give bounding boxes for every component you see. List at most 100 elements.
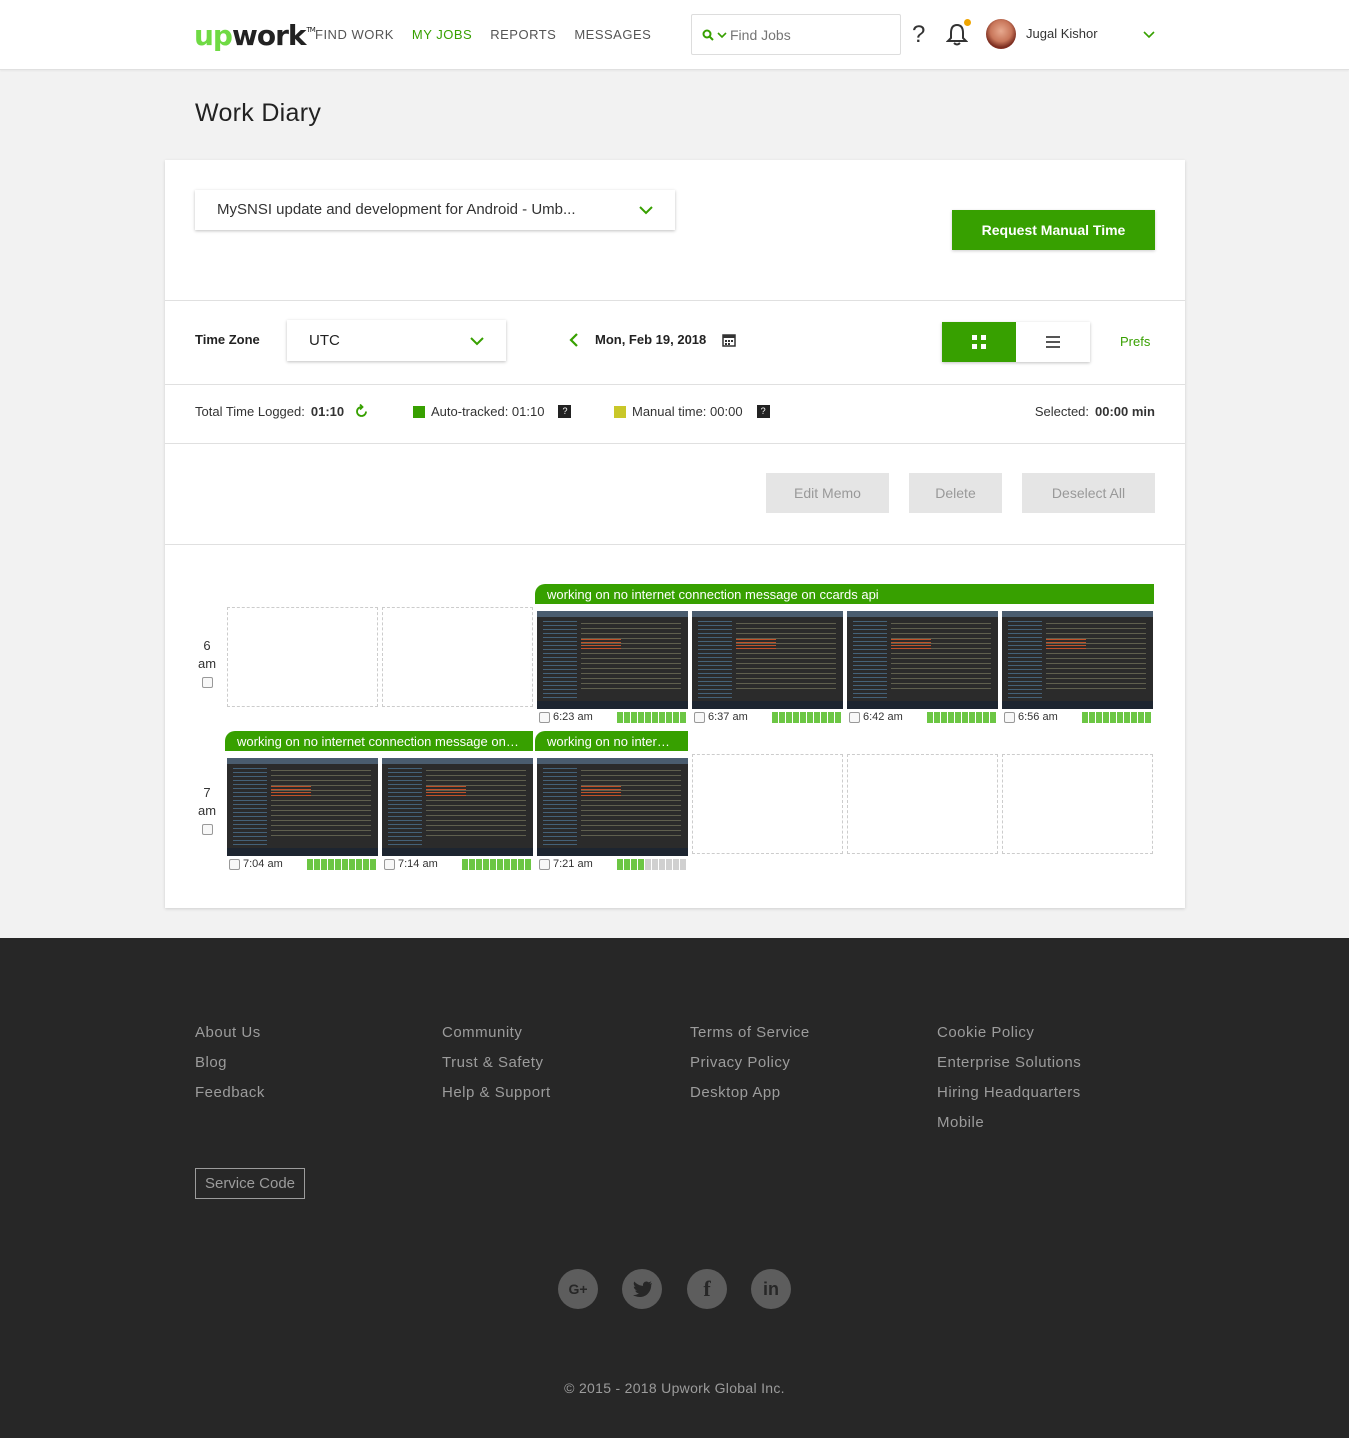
chevron-down-icon (717, 31, 727, 38)
chevron-left-icon[interactable] (569, 332, 579, 347)
list-view-button[interactable] (1016, 322, 1090, 362)
nav-find-work[interactable]: FIND WORK (315, 27, 394, 42)
footer-link[interactable]: Mobile (937, 1114, 1081, 1131)
search-input[interactable] (730, 26, 890, 43)
screenshot-code (271, 770, 371, 840)
screenshot-thumbnail[interactable] (537, 611, 688, 709)
contract-section: MySNSI update and development for Androi… (165, 160, 1185, 301)
footer-link[interactable]: Feedback (195, 1084, 265, 1101)
screenshot-select-checkbox[interactable] (694, 711, 705, 723)
screenshot-select-checkbox[interactable] (539, 711, 550, 723)
footer-link[interactable]: Desktop App (690, 1084, 810, 1101)
activity-segment (307, 858, 313, 870)
hour-select-checkbox[interactable] (201, 824, 213, 835)
screenshot-red (891, 639, 931, 649)
screenshot-thumbnail[interactable] (382, 758, 533, 856)
footer-link[interactable]: Terms of Service (690, 1024, 810, 1041)
calendar-icon[interactable] (722, 333, 737, 347)
activity-segment (821, 711, 827, 723)
search-type-toggle[interactable] (702, 29, 730, 41)
screenshot-tree (233, 768, 267, 846)
screenshot-thumbnail[interactable] (847, 611, 998, 709)
screenshot-thumbnail[interactable] (1002, 611, 1153, 709)
request-manual-time-button[interactable]: Request Manual Time (952, 210, 1155, 250)
facebook-icon[interactable]: f (687, 1269, 727, 1309)
screenshot-select-checkbox[interactable] (384, 858, 395, 870)
activity-segment (321, 858, 327, 870)
screenshot-tree (543, 768, 577, 846)
screenshot-red (581, 786, 621, 796)
copyright: © 2015 - 2018 Upwork Global Inc. (564, 1380, 785, 1396)
activity-segment (497, 858, 503, 870)
activity-segment (645, 711, 651, 723)
footer-link[interactable]: Privacy Policy (690, 1054, 810, 1071)
footer-link[interactable]: About Us (195, 1024, 265, 1041)
footer-link[interactable]: Hiring Headquarters (937, 1084, 1081, 1101)
nav-my-jobs[interactable]: MY JOBS (412, 27, 472, 42)
grid-view-button[interactable] (942, 322, 1016, 362)
prefs-link[interactable]: Prefs (1120, 334, 1150, 349)
activity-meter (772, 711, 841, 723)
total-time-value: 01:10 (310, 404, 345, 419)
screenshot-thumbnail[interactable] (537, 758, 688, 856)
google-plus-icon[interactable]: G+ (558, 1269, 598, 1309)
memo-bar[interactable]: working on no internet connection messag… (535, 584, 1154, 604)
screenshot-task (847, 701, 998, 709)
auto-tracked-label: Auto-tracked: 01:10 (431, 404, 545, 419)
screenshot-select-checkbox[interactable] (229, 858, 240, 870)
screenshot-red (1046, 639, 1086, 649)
search-box (691, 14, 901, 55)
screenshot-time: 7:14 am (398, 858, 438, 870)
activity-segment (1117, 711, 1123, 723)
avatar[interactable] (986, 19, 1016, 49)
screenshot-tree (853, 621, 887, 699)
screenshot-task (537, 848, 688, 856)
footer-link[interactable]: Blog (195, 1054, 265, 1071)
help-icon[interactable]: ? (912, 21, 925, 49)
screenshot-thumbnail[interactable] (692, 611, 843, 709)
screenshot-select-checkbox[interactable] (1004, 711, 1015, 723)
edit-memo-button[interactable]: Edit Memo (766, 473, 889, 513)
footer-link[interactable]: Enterprise Solutions (937, 1054, 1081, 1071)
screenshot-red (271, 786, 311, 796)
activity-meter (1082, 711, 1151, 723)
empty-slot (692, 754, 843, 854)
refresh-icon[interactable] (354, 404, 369, 419)
nav-reports[interactable]: REPORTS (490, 27, 556, 42)
contract-dropdown[interactable]: MySNSI update and development for Androi… (195, 190, 675, 230)
hour-select-checkbox[interactable] (201, 677, 213, 688)
upwork-logo[interactable]: up work TM (194, 16, 316, 52)
deselect-all-button[interactable]: Deselect All (1022, 473, 1155, 513)
memo-bar[interactable]: working on no internet connection messag… (535, 731, 688, 751)
help-tooltip-icon[interactable]: ? (558, 405, 572, 418)
username[interactable]: Jugal Kishor (1026, 26, 1098, 41)
activity-segment (342, 858, 348, 870)
user-menu-chevron-icon[interactable] (1143, 28, 1155, 42)
linkedin-icon[interactable]: in (751, 1269, 791, 1309)
footer-link[interactable]: Cookie Policy (937, 1024, 1081, 1041)
screenshot-thumbnail[interactable] (227, 758, 378, 856)
screenshot-tree (1008, 621, 1042, 699)
footer-link[interactable]: Trust & Safety (442, 1054, 551, 1071)
memo-bar[interactable]: working on no internet connection messag… (225, 731, 533, 751)
twitter-icon[interactable] (622, 1269, 662, 1309)
footer-link[interactable]: Help & Support (442, 1084, 551, 1101)
notifications-bell-icon[interactable] (945, 19, 971, 48)
activity-segment (624, 711, 630, 723)
footer-link[interactable]: Community (442, 1024, 551, 1041)
footer: About Us Blog Feedback Community Trust &… (0, 938, 1349, 1438)
delete-button[interactable]: Delete (909, 473, 1002, 513)
nav-messages[interactable]: MESSAGES (574, 27, 651, 42)
activity-meter (307, 858, 376, 870)
screenshot-select-checkbox[interactable] (539, 858, 550, 870)
screenshot-bar (1002, 611, 1153, 617)
screenshot-tree (388, 768, 422, 846)
screenshot-tree (543, 621, 577, 699)
activity-segment (617, 711, 623, 723)
timezone-dropdown[interactable]: UTC (287, 320, 506, 361)
service-code-button[interactable]: Service Code (195, 1168, 305, 1199)
screenshot-select-checkbox[interactable] (849, 711, 860, 723)
activity-segment (645, 858, 651, 870)
activity-segment (1145, 711, 1151, 723)
help-tooltip-icon[interactable]: ? (756, 405, 770, 418)
